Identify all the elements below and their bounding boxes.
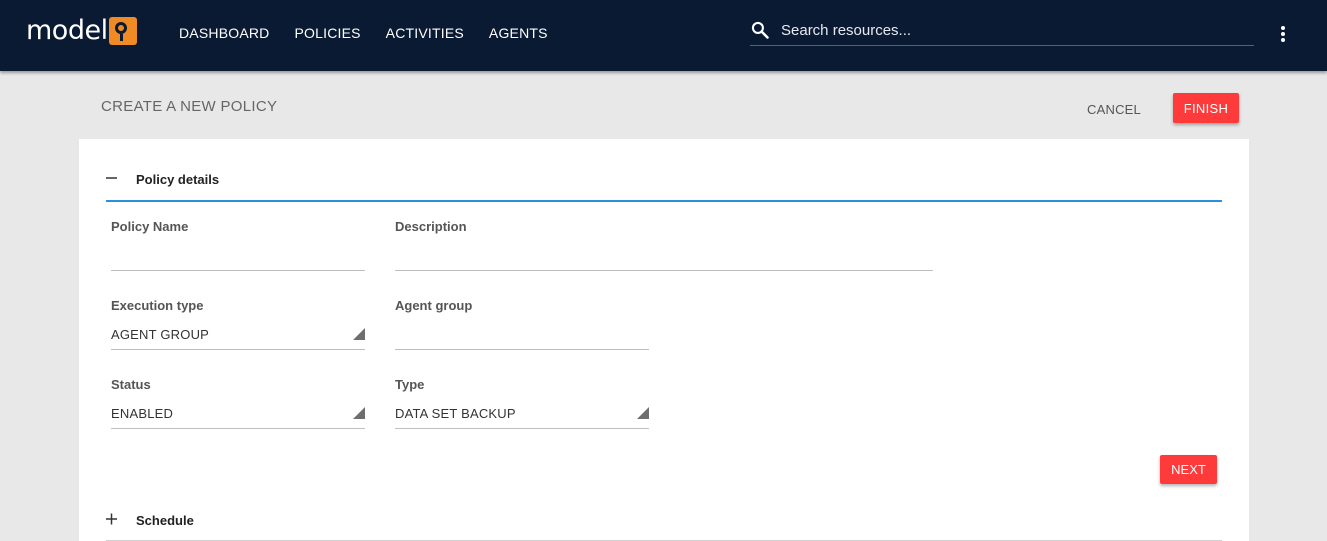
cancel-button[interactable]: CANCEL: [1081, 94, 1147, 124]
execution-type-label: Execution type: [111, 298, 204, 313]
status-select[interactable]: ENABLED: [111, 406, 173, 421]
type-underline: [395, 428, 649, 429]
collapse-minus-icon[interactable]: [106, 172, 118, 184]
section-header-schedule[interactable]: Schedule: [106, 510, 1222, 541]
expand-plus-icon[interactable]: [106, 513, 118, 525]
section-header-policy-details[interactable]: Policy details: [106, 168, 1222, 202]
section-title-policy-details: Policy details: [136, 172, 220, 187]
type-select[interactable]: DATA SET BACKUP: [395, 406, 516, 421]
page-title: CREATE A NEW POLICY: [101, 98, 278, 115]
logo-mark-icon: [108, 17, 137, 45]
agent-group-underline: [395, 349, 649, 350]
status-underline: [111, 428, 365, 429]
top-app-bar: model DASHBOARD POLICIES ACTIVITIES AGEN…: [0, 0, 1327, 71]
execution-type-underline: [111, 349, 365, 350]
more-vert-icon[interactable]: [1275, 24, 1291, 44]
dropdown-arrow-icon[interactable]: [353, 407, 365, 419]
model-logo[interactable]: model: [26, 16, 137, 46]
description-label: Description: [395, 219, 467, 234]
section-title-schedule: Schedule: [136, 513, 194, 528]
status-label: Status: [111, 377, 151, 392]
nav-dashboard[interactable]: DASHBOARD: [179, 24, 269, 42]
nav-agents[interactable]: AGENTS: [489, 24, 548, 42]
execution-type-select[interactable]: AGENT GROUP: [111, 327, 209, 342]
nav-activities[interactable]: ACTIVITIES: [386, 24, 464, 42]
type-label: Type: [395, 377, 425, 392]
policy-name-underline: [111, 270, 365, 271]
nav-policies[interactable]: POLICIES: [294, 24, 360, 42]
policy-name-label: Policy Name: [111, 219, 189, 234]
finish-button[interactable]: FINISH: [1173, 93, 1239, 123]
search-icon[interactable]: [750, 20, 770, 40]
dropdown-arrow-icon[interactable]: [353, 328, 365, 340]
logo-text: model: [26, 15, 108, 46]
description-underline: [395, 270, 933, 271]
main-nav: DASHBOARD POLICIES ACTIVITIES AGENTS: [179, 24, 573, 42]
next-button[interactable]: NEXT: [1160, 455, 1217, 484]
search-input[interactable]: [781, 20, 1241, 40]
dropdown-arrow-icon[interactable]: [637, 407, 649, 419]
agent-group-label: Agent group: [395, 298, 473, 313]
search-bar: [750, 18, 1254, 46]
